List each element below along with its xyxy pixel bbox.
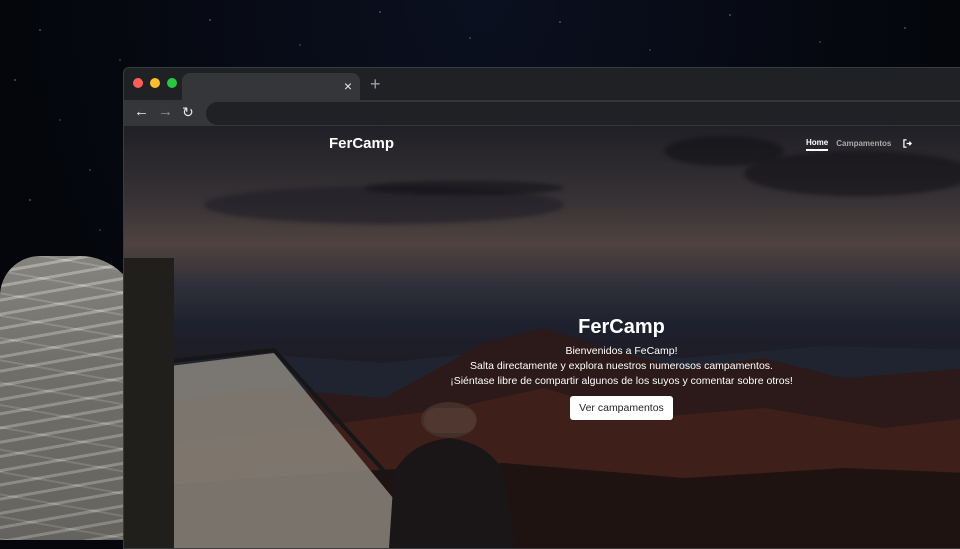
browser-tab[interactable]: ×: [182, 73, 360, 100]
maximize-window-button[interactable]: [167, 78, 177, 88]
rock-formation-background: [0, 256, 140, 540]
back-icon[interactable]: ←: [134, 101, 149, 123]
reload-icon[interactable]: ↻: [182, 101, 194, 123]
nav-link-campamentos[interactable]: Campamentos: [836, 139, 891, 150]
hero-explore-text: Salta directamente y explora nuestros nu…: [470, 360, 773, 372]
browser-toolbar: ← → ↻: [124, 100, 960, 126]
nav-links: Home Campamentos: [806, 138, 913, 151]
browser-window: × + ← → ↻ FerCamp Home Campamentos FerCa…: [123, 67, 960, 549]
window-controls: [133, 78, 177, 88]
address-bar[interactable]: [206, 102, 960, 125]
site-navbar: FerCamp Home Campamentos: [124, 126, 960, 162]
logout-icon[interactable]: [903, 139, 913, 150]
hero-welcome-text: Bienvenidos a FeCamp!: [565, 345, 678, 357]
nav-link-home[interactable]: Home: [806, 138, 829, 151]
hero-section: FerCamp Bienvenidos a FeCamp! Salta dire…: [124, 316, 960, 420]
forward-icon[interactable]: →: [158, 101, 173, 123]
tab-strip: × +: [124, 68, 960, 100]
minimize-window-button[interactable]: [150, 78, 160, 88]
close-window-button[interactable]: [133, 78, 143, 88]
hero-share-text: ¡Siéntase libre de compartir algunos de …: [450, 375, 793, 387]
new-tab-icon[interactable]: +: [370, 74, 381, 94]
close-tab-icon[interactable]: ×: [344, 77, 352, 95]
brand-logo[interactable]: FerCamp: [329, 135, 394, 152]
page-viewport: FerCamp Home Campamentos FerCamp Bienven…: [124, 126, 960, 548]
hero-title: FerCamp: [578, 316, 665, 338]
view-campgrounds-button[interactable]: Ver campamentos: [570, 396, 673, 420]
logout-icon-glyph: [903, 139, 913, 148]
